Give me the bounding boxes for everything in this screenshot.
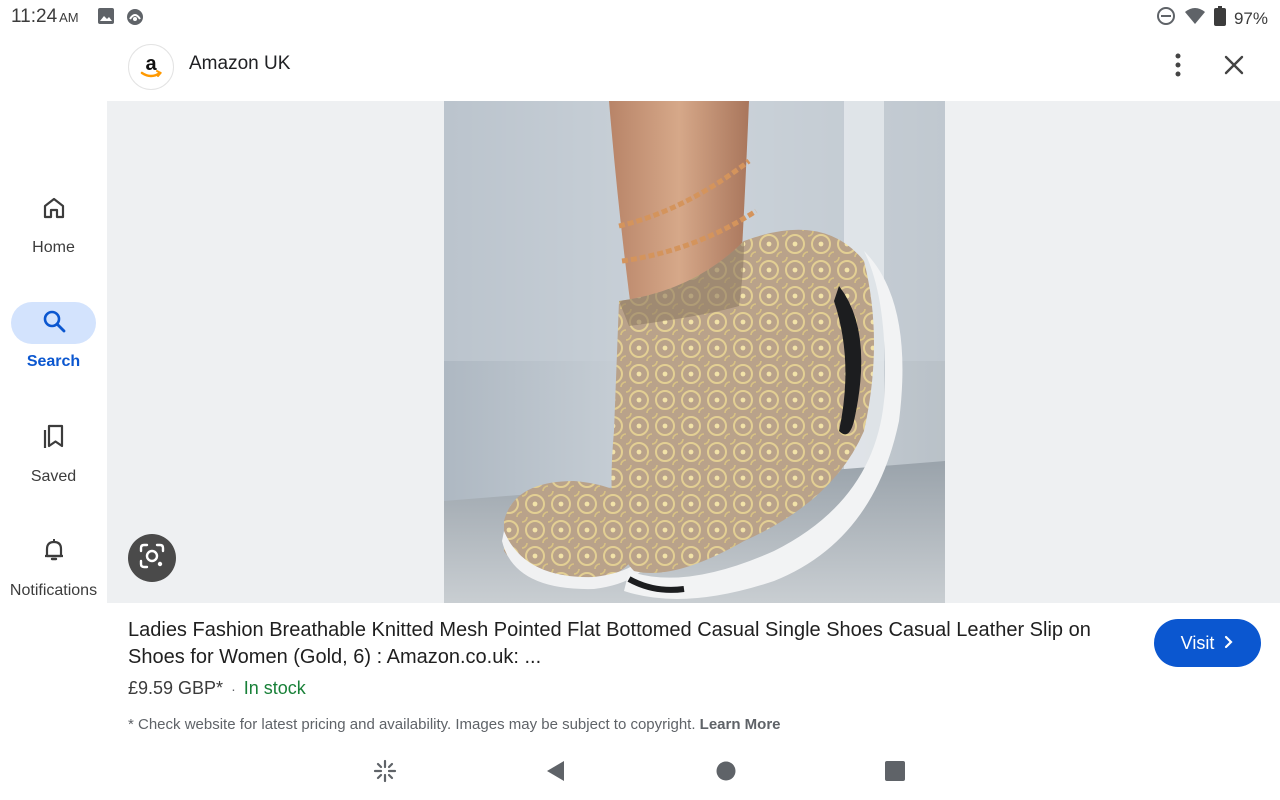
bookmark-icon (41, 423, 67, 454)
price-row: £9.59 GBP* · In stock (128, 678, 306, 699)
nav-item-notifications[interactable]: Notifications (0, 523, 107, 603)
lens-icon (138, 542, 166, 575)
home-system-button[interactable] (711, 758, 741, 788)
nav-label-home: Home (32, 239, 75, 256)
status-time: 11:24 AM (11, 6, 79, 28)
site-title: Amazon UK (189, 53, 291, 74)
battery-icon (1213, 6, 1226, 31)
nav-notifications-icon-wrap (11, 531, 96, 573)
image-viewer (107, 101, 1280, 603)
google-lens-button[interactable] (128, 534, 176, 582)
status-right: 97% (1156, 6, 1268, 31)
product-price: £9.59 GBP* (128, 678, 224, 698)
separator-dot: · (231, 681, 236, 697)
learn-more-link[interactable]: Learn More (700, 716, 781, 733)
disclaimer-text: * Check website for latest pricing and a… (128, 716, 696, 733)
more-vert-icon (1175, 53, 1181, 82)
nav-label-saved: Saved (30, 468, 77, 485)
system-navigation-bar (0, 750, 1280, 800)
status-time-value: 11:24 (11, 6, 58, 27)
search-icon (41, 308, 67, 339)
do-not-disturb-icon (1156, 6, 1176, 31)
nav-item-home[interactable]: Home (0, 180, 107, 260)
nav-label-search: Search (26, 353, 81, 370)
recents-square-icon (884, 760, 906, 787)
nav-item-search[interactable]: Search (0, 294, 107, 374)
wifi-icon (1184, 7, 1206, 30)
recents-button[interactable] (880, 758, 910, 788)
image-icon (97, 7, 115, 32)
battery-level: 97% (1233, 8, 1268, 28)
amazon-logo-icon: a (128, 44, 174, 90)
disclaimer: * Check website for latest pricing and a… (128, 716, 781, 733)
back-button[interactable] (540, 758, 570, 788)
status-bar: 11:24 AM 97% (0, 0, 1280, 34)
back-triangle-icon (544, 759, 566, 788)
home-circle-icon (715, 760, 737, 787)
sparkle-icon (373, 759, 397, 788)
more-options-button[interactable] (1166, 52, 1190, 82)
nav-item-saved[interactable]: Saved (0, 409, 107, 489)
close-icon (1224, 55, 1244, 80)
nav-home-icon-wrap (11, 189, 96, 231)
close-button[interactable] (1221, 54, 1247, 80)
status-notification-icons (97, 7, 145, 32)
visit-button[interactable]: Visit (1154, 619, 1261, 667)
nav-saved-icon-wrap (11, 417, 96, 459)
assistant-button[interactable] (370, 758, 400, 788)
status-time-ampm: AM (59, 10, 79, 25)
bell-icon (41, 537, 67, 568)
visit-button-label: Visit (1180, 632, 1215, 653)
product-image[interactable] (444, 101, 945, 603)
vpn-icon (125, 7, 145, 32)
stock-status: In stock (243, 678, 306, 698)
nav-label-notifications: Notifications (9, 582, 98, 599)
nav-search-icon-wrap (11, 302, 96, 344)
chevron-right-icon (1224, 633, 1234, 654)
app-bar: a Amazon UK (107, 34, 1280, 100)
home-icon (41, 195, 67, 226)
product-title[interactable]: Ladies Fashion Breathable Knitted Mesh P… (128, 617, 1118, 671)
svg-text:a: a (145, 53, 157, 75)
